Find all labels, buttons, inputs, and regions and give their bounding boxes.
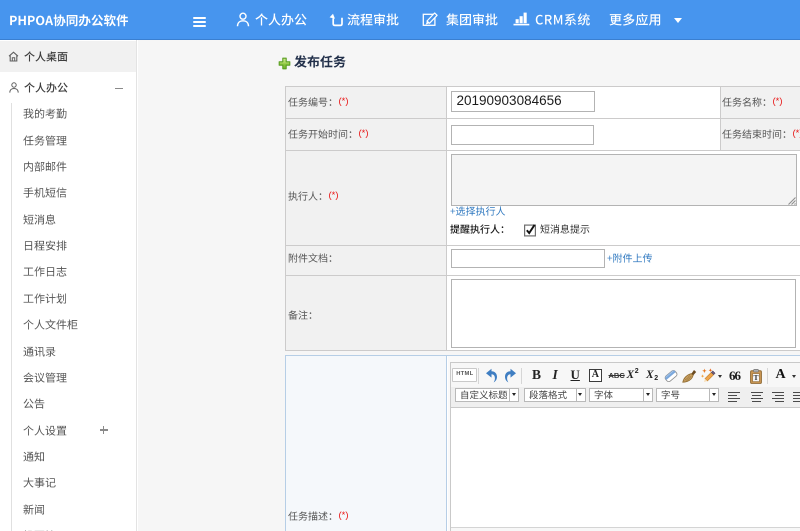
svg-text:T: T <box>753 373 758 382</box>
